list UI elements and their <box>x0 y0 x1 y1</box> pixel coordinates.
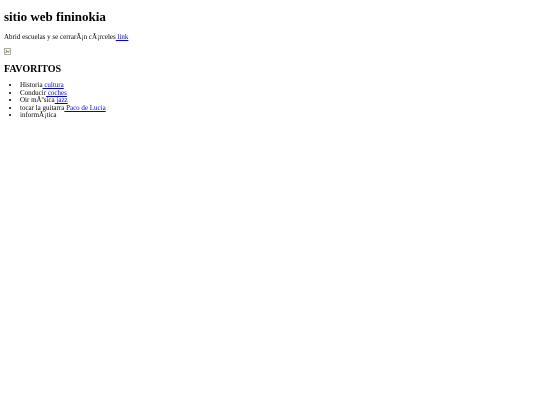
page-body: sitio web fininokia Abrid escuelas y se … <box>4 0 536 120</box>
favorites-heading: FAVORITOS <box>4 64 62 75</box>
intro-link[interactable]: link <box>116 33 129 41</box>
list-item: Conducir coches <box>20 89 536 98</box>
intro-text: Abrid escuelas y se cerrarÃ¡n cÃ¡rceles <box>4 33 116 41</box>
list-item: informÃ¡tica <box>20 112 536 120</box>
favorites-list: Historia cultura Conducir coches Oir mÃº… <box>4 81 536 120</box>
page-title: sitio web fininokia <box>4 9 106 24</box>
intro-paragraph: Abrid escuelas y se cerrarÃ¡n cÃ¡rceles … <box>4 33 536 42</box>
broken-image-icon <box>4 48 11 55</box>
favorite-text: informÃ¡tica <box>20 111 57 120</box>
favorite-link-paco-de-lucia[interactable]: Paco de Lucia <box>64 104 106 112</box>
list-item: tocar la guitarra Paco de Lucia <box>20 104 536 113</box>
list-item: Historia cultura <box>20 81 536 90</box>
